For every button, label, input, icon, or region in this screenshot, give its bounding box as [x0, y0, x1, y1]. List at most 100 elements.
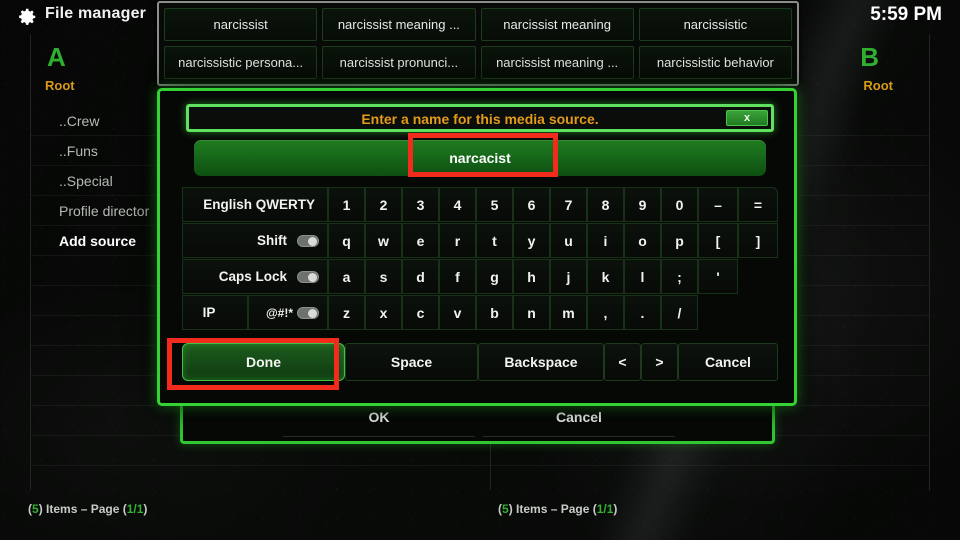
cancel-button[interactable]: Cancel — [483, 407, 675, 437]
symbols-toggle-icon[interactable] — [297, 306, 319, 319]
status-item-count: 5 — [32, 502, 39, 516]
key-y[interactable]: y — [513, 223, 550, 258]
suggestion-item[interactable]: narcissist meaning ... — [322, 8, 476, 41]
key-i[interactable]: i — [587, 223, 624, 258]
gear-icon[interactable] — [16, 6, 38, 28]
key-apostrophe[interactable]: ' — [698, 259, 738, 294]
key-o[interactable]: o — [624, 223, 661, 258]
suggestion-grid: narcissist narcissist meaning ... narcis… — [164, 8, 792, 79]
name-input-field[interactable]: narcacist — [194, 140, 766, 176]
key-g[interactable]: g — [476, 259, 513, 294]
pane-b-letter: B — [860, 42, 879, 72]
key-u[interactable]: u — [550, 223, 587, 258]
suggestion-item[interactable]: narcissistic — [638, 8, 792, 41]
key-symbols[interactable]: @#!* — [248, 295, 328, 330]
key-5[interactable]: 5 — [476, 187, 513, 222]
keyboard-action-row: Done Space Backspace < > Cancel — [182, 343, 778, 381]
key-7[interactable]: 7 — [550, 187, 587, 222]
key-minus[interactable]: – — [698, 187, 738, 222]
key-z[interactable]: z — [328, 295, 365, 330]
key-shift-label: Shift — [257, 233, 287, 248]
key-q[interactable]: q — [328, 223, 365, 258]
key-period[interactable]: . — [624, 295, 661, 330]
key-h[interactable]: h — [513, 259, 550, 294]
keyboard-title: Enter a name for this media source. — [361, 111, 599, 127]
shift-toggle-icon[interactable] — [297, 234, 319, 247]
key-n[interactable]: n — [513, 295, 550, 330]
key-d[interactable]: d — [402, 259, 439, 294]
done-button[interactable]: Done — [182, 343, 345, 381]
status-page-number: 1/1 — [596, 502, 614, 516]
app-title: File manager — [45, 5, 147, 22]
keyboard-row-numbers: English QWERTY 1 2 3 4 5 6 7 8 9 0 – = — [182, 187, 778, 222]
suggestion-item[interactable]: narcissist pronunci... — [322, 46, 476, 79]
pane-b-root-label: Root — [863, 78, 893, 93]
key-w[interactable]: w — [365, 223, 402, 258]
key-bracket-right[interactable]: ] — [738, 223, 778, 258]
key-c[interactable]: c — [402, 295, 439, 330]
space-button[interactable]: Space — [345, 343, 478, 381]
key-ip[interactable]: IP — [182, 295, 248, 330]
key-6[interactable]: 6 — [513, 187, 550, 222]
key-p[interactable]: p — [661, 223, 698, 258]
clock: 5:59 PM — [870, 4, 942, 25]
add-source-dialog: OK Cancel — [180, 400, 775, 444]
cursor-right-button[interactable]: > — [641, 343, 678, 381]
key-symbols-label: @#!* — [265, 305, 293, 320]
keyboard-keys: English QWERTY 1 2 3 4 5 6 7 8 9 0 – = S… — [182, 187, 778, 331]
cursor-left-button[interactable]: < — [604, 343, 641, 381]
caps-lock-toggle-icon[interactable] — [297, 270, 319, 283]
suggestion-item[interactable]: narcissist meaning ... — [480, 46, 634, 79]
status-item-count: 5 — [502, 502, 509, 516]
key-bracket-left[interactable]: [ — [698, 223, 738, 258]
keyboard-row-top: Shift q w e r t y u i o p [ ] — [182, 223, 778, 258]
key-equals[interactable]: = — [738, 187, 778, 222]
virtual-keyboard-dialog: Enter a name for this media source. x na… — [157, 88, 797, 406]
status-paren-close: ) — [143, 502, 148, 516]
suggestion-item[interactable]: narcissistic persona... — [164, 46, 318, 79]
status-text-pane-a: (5) Items – Page (1/1) — [28, 502, 147, 516]
key-4[interactable]: 4 — [439, 187, 476, 222]
key-semicolon[interactable]: ; — [661, 259, 698, 294]
pane-a-root-label: Root — [45, 78, 75, 93]
key-caps-lock-label: Caps Lock — [218, 269, 287, 284]
key-v[interactable]: v — [439, 295, 476, 330]
keyboard-row-home: Caps Lock a s d f g h j k l ; ' — [182, 259, 778, 294]
suggestion-item[interactable]: narcissist — [164, 8, 318, 41]
key-slash[interactable]: / — [661, 295, 698, 330]
screen: File manager 5:59 PM A Root ..Crew ..Fun… — [0, 0, 960, 540]
key-caps-lock[interactable]: Caps Lock — [182, 259, 328, 294]
status-bar: (5) Items – Page (1/1) (5) Items – Page … — [0, 490, 960, 540]
key-l[interactable]: l — [624, 259, 661, 294]
key-comma[interactable]: , — [587, 295, 624, 330]
key-9[interactable]: 9 — [624, 187, 661, 222]
close-icon[interactable]: x — [726, 110, 768, 126]
ok-button[interactable]: OK — [283, 407, 475, 437]
status-paren-close: ) — [613, 502, 618, 516]
key-b[interactable]: b — [476, 295, 513, 330]
key-3[interactable]: 3 — [402, 187, 439, 222]
keyboard-cancel-button[interactable]: Cancel — [678, 343, 778, 381]
key-f[interactable]: f — [439, 259, 476, 294]
suggestion-item[interactable]: narcissistic behavior — [638, 46, 792, 79]
suggestion-item[interactable]: narcissist meaning — [480, 8, 634, 41]
key-t[interactable]: t — [476, 223, 513, 258]
key-layout-english-qwerty[interactable]: English QWERTY — [182, 187, 328, 222]
pane-a-letter: A — [47, 42, 66, 72]
key-shift[interactable]: Shift — [182, 223, 328, 258]
backspace-button[interactable]: Backspace — [478, 343, 604, 381]
key-a[interactable]: a — [328, 259, 365, 294]
key-s[interactable]: s — [365, 259, 402, 294]
key-m[interactable]: m — [550, 295, 587, 330]
key-2[interactable]: 2 — [365, 187, 402, 222]
key-8[interactable]: 8 — [587, 187, 624, 222]
key-e[interactable]: e — [402, 223, 439, 258]
status-middle: ) Items – Page ( — [508, 502, 597, 516]
key-j[interactable]: j — [550, 259, 587, 294]
key-0[interactable]: 0 — [661, 187, 698, 222]
key-k[interactable]: k — [587, 259, 624, 294]
key-r[interactable]: r — [439, 223, 476, 258]
key-1[interactable]: 1 — [328, 187, 365, 222]
key-x[interactable]: x — [365, 295, 402, 330]
status-middle: ) Items – Page ( — [38, 502, 127, 516]
